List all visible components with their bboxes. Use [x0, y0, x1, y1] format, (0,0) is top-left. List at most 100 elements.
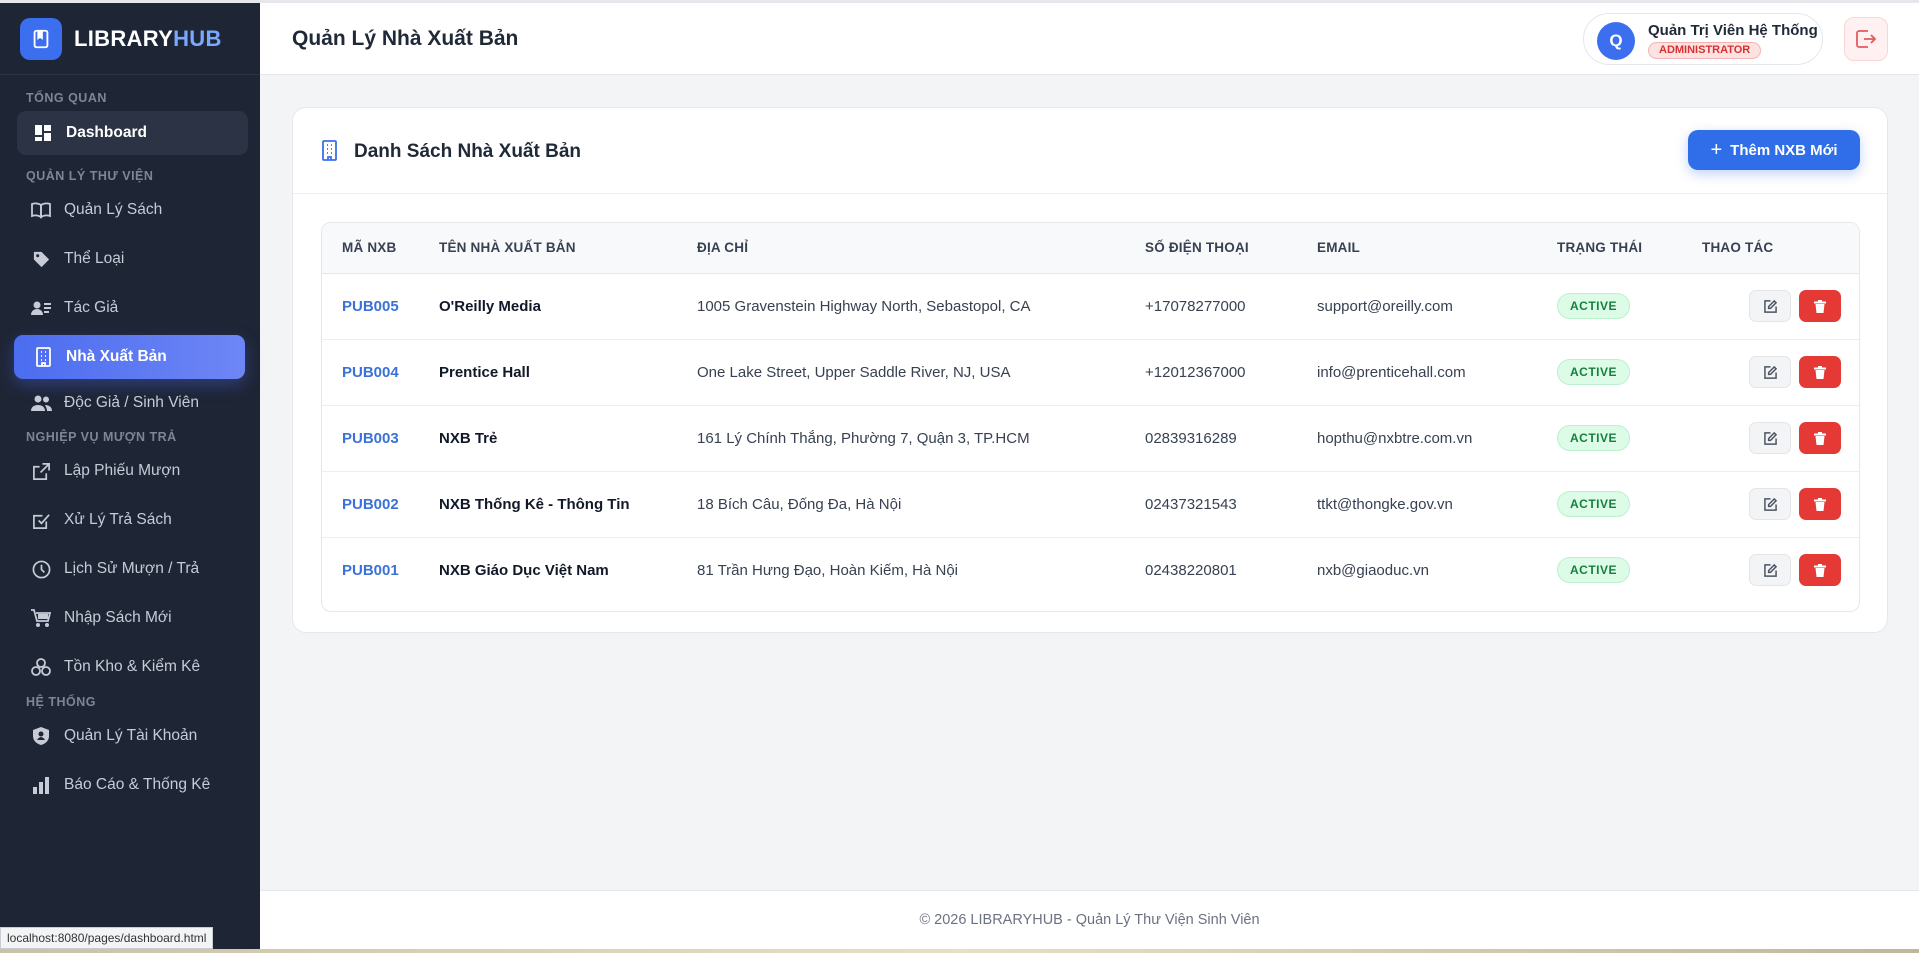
external-link-icon: [30, 460, 52, 482]
publisher-name: NXB Giáo Dục Việt Nam: [439, 561, 609, 579]
sidebar-item-books[interactable]: Quản Lý Sách: [0, 188, 260, 232]
publisher-name: O'Reilly Media: [439, 273, 697, 340]
edit-icon: [1763, 299, 1777, 313]
sidebar-item-accounts[interactable]: Quản Lý Tài Khoản: [0, 714, 260, 758]
publisher-address: 18 Bích Câu, Đống Đa, Hà Nội: [697, 471, 1145, 538]
sidebar: LIBRARYHUB TỔNG QUAN Dashboard QUẢN LÝ T…: [0, 3, 260, 949]
sidebar-item-returns[interactable]: Xử Lý Trả Sách: [0, 498, 260, 542]
add-publisher-button[interactable]: + Thêm NXB Mới: [1688, 130, 1860, 170]
cart-icon: [30, 607, 52, 629]
status-badge: ACTIVE: [1557, 293, 1631, 319]
logout-button[interactable]: [1844, 17, 1888, 61]
bar-chart-icon: [30, 774, 52, 796]
desktop-edge: [0, 949, 1919, 953]
publisher-name: NXB Thống Kê - Thông Tin: [439, 471, 697, 538]
publisher-id[interactable]: PUB001: [342, 562, 399, 579]
section-borrow: NGHIỆP VỤ MƯỢN TRẢ: [26, 430, 177, 444]
edit-button[interactable]: [1749, 488, 1791, 520]
sidebar-item-authors[interactable]: Tác Giả: [0, 286, 260, 330]
column-header[interactable]: TRẠNG THÁI: [1557, 223, 1702, 274]
delete-button[interactable]: [1799, 422, 1841, 454]
edit-button[interactable]: [1749, 356, 1791, 388]
sidebar-item-reports[interactable]: Báo Cáo & Thống Kê: [0, 763, 260, 807]
edit-button[interactable]: [1749, 290, 1791, 322]
publisher-phone: 02437321543: [1145, 471, 1317, 538]
top-header: Quản Lý Nhà Xuất Bản Q Quản Trị Viên Hệ …: [260, 3, 1919, 75]
sidebar-item-inventory[interactable]: Tồn Kho & Kiểm Kê: [0, 645, 260, 689]
edit-button[interactable]: [1749, 422, 1791, 454]
sidebar-item-readers[interactable]: Độc Giả / Sinh Viên: [0, 381, 260, 425]
publisher-address: 1005 Gravenstein Highway North, Sebastop…: [697, 273, 1145, 340]
card-header: Danh Sách Nhà Xuất Bản + Thêm NXB Mới: [293, 108, 1887, 194]
status-badge: ACTIVE: [1557, 359, 1631, 385]
trash-icon: [1814, 497, 1826, 511]
boxes-icon: [30, 656, 52, 678]
publisher-id[interactable]: PUB005: [342, 298, 399, 315]
tag-icon: [30, 248, 52, 270]
section-overview: TỔNG QUAN: [26, 91, 107, 105]
table-row[interactable]: PUB002 NXB Thống Kê - Thông Tin 18 Bích …: [322, 471, 1859, 538]
trash-icon: [1814, 365, 1826, 379]
page-footer: © 2026 LIBRARYHUB - Quản Lý Thư Viện Sin…: [260, 890, 1919, 949]
column-header: THAO TÁC: [1702, 223, 1859, 274]
sidebar-item-create-loan[interactable]: Lập Phiếu Mượn: [0, 449, 260, 493]
edit-button[interactable]: [1749, 554, 1791, 587]
publisher-email: hopthu@nxbtre.com.vn: [1317, 405, 1557, 472]
publisher-address: 161 Lý Chính Thắng, Phường 7, Quận 3, TP…: [697, 405, 1145, 472]
edit-icon: [1763, 431, 1777, 445]
publisher-email: info@prenticehall.com: [1317, 339, 1557, 406]
sidebar-item-publishers[interactable]: Nhà Xuất Bản: [14, 335, 245, 379]
delete-button[interactable]: [1799, 356, 1841, 388]
delete-button[interactable]: [1799, 554, 1841, 587]
footer-copyright: © 2026 LIBRARYHUB - Quản Lý Thư Viện Sin…: [919, 912, 1260, 928]
sidebar-item-import[interactable]: Nhập Sách Mới: [0, 596, 260, 640]
plus-icon: +: [1710, 139, 1723, 161]
publisher-table: MÃ NXB TÊN NHÀ XUẤT BẢN ĐỊA CHỈ SỐ ĐIỆN …: [321, 222, 1860, 612]
publisher-name: Prentice Hall: [439, 339, 697, 406]
user-role-badge: ADMINISTRATOR: [1648, 42, 1762, 59]
publisher-email: support@oreilly.com: [1317, 273, 1557, 340]
sidebar-item-dashboard[interactable]: Dashboard: [17, 111, 248, 155]
column-header[interactable]: TÊN NHÀ XUẤT BẢN: [439, 223, 697, 274]
publisher-email: nxb@giaoduc.vn: [1317, 561, 1429, 579]
table-row[interactable]: PUB001 NXB Giáo Dục Việt Nam 81 Trần Hưn…: [322, 537, 1859, 603]
publisher-id[interactable]: PUB003: [342, 430, 399, 447]
publisher-email: ttkt@thongke.gov.vn: [1317, 471, 1557, 538]
status-badge: ACTIVE: [1557, 425, 1631, 451]
table-row[interactable]: PUB004 Prentice Hall One Lake Street, Up…: [322, 339, 1859, 406]
brand[interactable]: LIBRARYHUB: [0, 3, 260, 75]
section-system: HỆ THỐNG: [26, 695, 96, 709]
table-header-row: MÃ NXB TÊN NHÀ XUẤT BẢN ĐỊA CHỈ SỐ ĐIỆN …: [322, 223, 1859, 274]
publisher-phone: +17078277000: [1145, 273, 1317, 340]
section-library: QUẢN LÝ THƯ VIỆN: [26, 169, 154, 183]
clock-icon: [30, 558, 52, 580]
delete-button[interactable]: [1799, 290, 1841, 322]
publisher-id[interactable]: PUB004: [342, 364, 399, 381]
user-profile[interactable]: Q Quản Trị Viên Hệ Thống ADMINISTRATOR: [1583, 13, 1823, 65]
column-header[interactable]: EMAIL: [1317, 223, 1557, 274]
publisher-phone: 02839316289: [1145, 405, 1317, 472]
delete-button[interactable]: [1799, 488, 1841, 520]
book-icon: [30, 199, 52, 221]
column-header[interactable]: ĐỊA CHỈ: [697, 223, 1145, 274]
shield-icon: [30, 725, 52, 747]
status-badge: ACTIVE: [1557, 491, 1631, 517]
sidebar-item-history[interactable]: Lịch Sử Mượn / Trả: [0, 547, 260, 591]
publisher-address: One Lake Street, Upper Saddle River, NJ,…: [697, 339, 1145, 406]
column-header[interactable]: SỐ ĐIỆN THOẠI: [1145, 223, 1317, 274]
user-card-icon: [30, 297, 52, 319]
edit-icon: [1763, 365, 1777, 379]
check-square-icon: [30, 509, 52, 531]
logout-icon: [1856, 30, 1876, 48]
trash-icon: [1814, 299, 1826, 313]
brand-name: LIBRARYHUB: [74, 25, 222, 51]
column-header[interactable]: MÃ NXB: [322, 223, 439, 274]
publisher-id[interactable]: PUB002: [342, 496, 399, 513]
sidebar-item-categories[interactable]: Thể Loại: [0, 237, 260, 281]
browser-status-url: localhost:8080/pages/dashboard.html: [0, 927, 214, 949]
status-badge: ACTIVE: [1557, 557, 1631, 584]
table-row[interactable]: PUB005 O'Reilly Media 1005 Gravenstein H…: [322, 273, 1859, 340]
building-icon: [32, 346, 54, 368]
trash-icon: [1814, 431, 1826, 445]
table-row[interactable]: PUB003 NXB Trẻ 161 Lý Chính Thắng, Phườn…: [322, 405, 1859, 472]
